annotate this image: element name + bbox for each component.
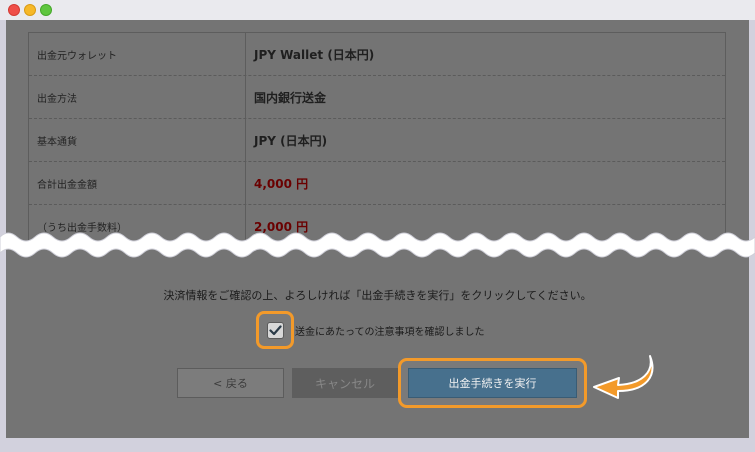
row-label: 出金方法 [29,76,246,118]
maximize-window-icon[interactable] [40,4,52,16]
back-button[interactable]: < 戻る [177,368,284,398]
row-label: 合計出金金額 [29,162,246,204]
cancel-button[interactable]: キャンセル [292,368,398,398]
table-row: 合計出金金額 4,000 円 [29,162,725,205]
minimize-window-icon[interactable] [24,4,36,16]
instruction-text: 決済情報をご確認の上、よろしければ「出金手続きを実行」をクリックしてください。 [163,289,592,302]
withdrawal-summary-table: 出金元ウォレット JPY Wallet (日本円) 出金方法 国内銀行送金 基本… [28,32,726,249]
checkbox-highlight [256,311,294,349]
close-window-icon[interactable] [8,4,20,16]
row-value: JPY (日本円) [254,133,328,148]
row-value: JPY Wallet (日本円) [254,47,375,62]
row-value: 国内銀行送金 [254,90,327,105]
confirm-checkbox-label[interactable]: 送金にあたっての注意事項を確認しました [295,323,485,338]
confirm-checkbox[interactable] [267,322,284,339]
row-label: 出金元ウォレット [29,33,246,75]
row-label: 基本通貨 [29,119,246,161]
window-titlebar [0,0,755,20]
pointer-arrow-icon [593,355,654,399]
total-amount-value: 4,000 円 [254,176,309,191]
torn-edge-divider [0,232,755,258]
table-row: 出金元ウォレット JPY Wallet (日本円) [29,33,725,76]
checkmark-icon [269,325,282,336]
execute-withdrawal-button[interactable]: 出金手続きを実行 [408,368,577,398]
submit-highlight: 出金手続きを実行 [398,358,587,408]
table-row: 出金方法 国内銀行送金 [29,76,725,119]
table-row: 基本通貨 JPY (日本円) [29,119,725,162]
